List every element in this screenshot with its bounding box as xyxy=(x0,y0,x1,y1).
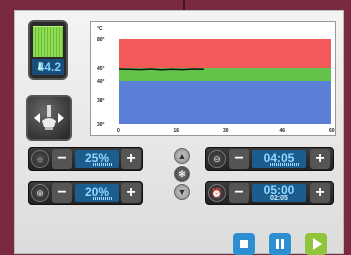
meter-readout: 🌡 44.2 xyxy=(32,59,64,75)
top-connector-line xyxy=(183,0,185,10)
x-tick-label: 30 xyxy=(223,128,229,134)
chart-band-1 xyxy=(119,68,331,81)
thermometer-icon: 🌡 xyxy=(35,62,46,71)
chart-band-2 xyxy=(119,81,331,124)
target-icon[interactable]: ⊕ xyxy=(31,184,49,202)
y-tick-label: 80° xyxy=(97,37,105,43)
increase-button[interactable]: + xyxy=(310,149,330,169)
left-top-control: ☼ − 25% + xyxy=(28,147,143,171)
y-tick-label: 40° xyxy=(97,79,105,85)
x-tick-label: 60 xyxy=(329,128,335,134)
alarm-icon[interactable]: ⏰ xyxy=(208,184,226,202)
play-icon xyxy=(312,238,322,250)
fan-down-button[interactable]: ▼ xyxy=(174,184,190,200)
increase-button[interactable]: + xyxy=(310,183,330,203)
direction-icon xyxy=(34,105,64,130)
left-bottom-control: ⊕ − 20% + xyxy=(28,181,143,205)
chart-svg: 80° 45° 40° 38° 30° °C 0 16 30 46 60 xyxy=(97,26,335,134)
stop-icon xyxy=(240,240,248,248)
x-tick-label: 16 xyxy=(174,128,180,134)
level-indicator xyxy=(93,197,113,200)
right-bottom-control: ⏰ − 05:00 02:05 + xyxy=(205,181,334,205)
temperature-chart: 80° 45° 40° 38° 30° °C 0 16 30 46 60 xyxy=(90,21,336,136)
right-top-control: ⊖ − 04:05 + xyxy=(205,147,334,171)
level-bars xyxy=(33,26,63,57)
decrease-button[interactable]: − xyxy=(229,183,249,203)
control-panel: 🌡 44.2 80° 45° 40° 38° 30° °C 0 16 30 46 60 ☼ − 25… xyxy=(14,10,344,255)
decrease-button[interactable]: − xyxy=(52,183,72,203)
level-indicator xyxy=(93,163,113,166)
chart-band-0 xyxy=(119,39,331,68)
y-axis-label: °C xyxy=(97,26,103,32)
y-tick-label: 45° xyxy=(97,66,105,72)
left-top-display: 25% xyxy=(75,150,119,168)
level-indicator xyxy=(270,163,300,166)
clock-icon[interactable]: ⊖ xyxy=(208,150,226,168)
right-top-display: 04:05 xyxy=(252,150,306,168)
decrease-button[interactable]: − xyxy=(52,149,72,169)
decrease-button[interactable]: − xyxy=(229,149,249,169)
fan-icon[interactable]: ✻ xyxy=(174,166,190,182)
pause-icon xyxy=(276,239,284,249)
temperature-series-line xyxy=(118,68,204,71)
right-bottom-display: 05:00 02:05 xyxy=(252,184,306,202)
x-tick-label: 0 xyxy=(117,128,120,134)
fan-up-button[interactable]: ▲ xyxy=(174,148,190,164)
left-bottom-display: 20% xyxy=(75,184,119,202)
right-bottom-subvalue: 02:05 xyxy=(270,195,288,202)
temperature-meter[interactable]: 🌡 44.2 xyxy=(28,20,68,80)
y-tick-label: 38° xyxy=(97,98,105,104)
y-tick-label: 30° xyxy=(97,122,105,128)
increase-button[interactable]: + xyxy=(121,183,141,203)
x-tick-label: 46 xyxy=(280,128,286,134)
direction-button[interactable] xyxy=(26,95,72,141)
brightness-icon[interactable]: ☼ xyxy=(31,150,49,168)
increase-button[interactable]: + xyxy=(121,149,141,169)
